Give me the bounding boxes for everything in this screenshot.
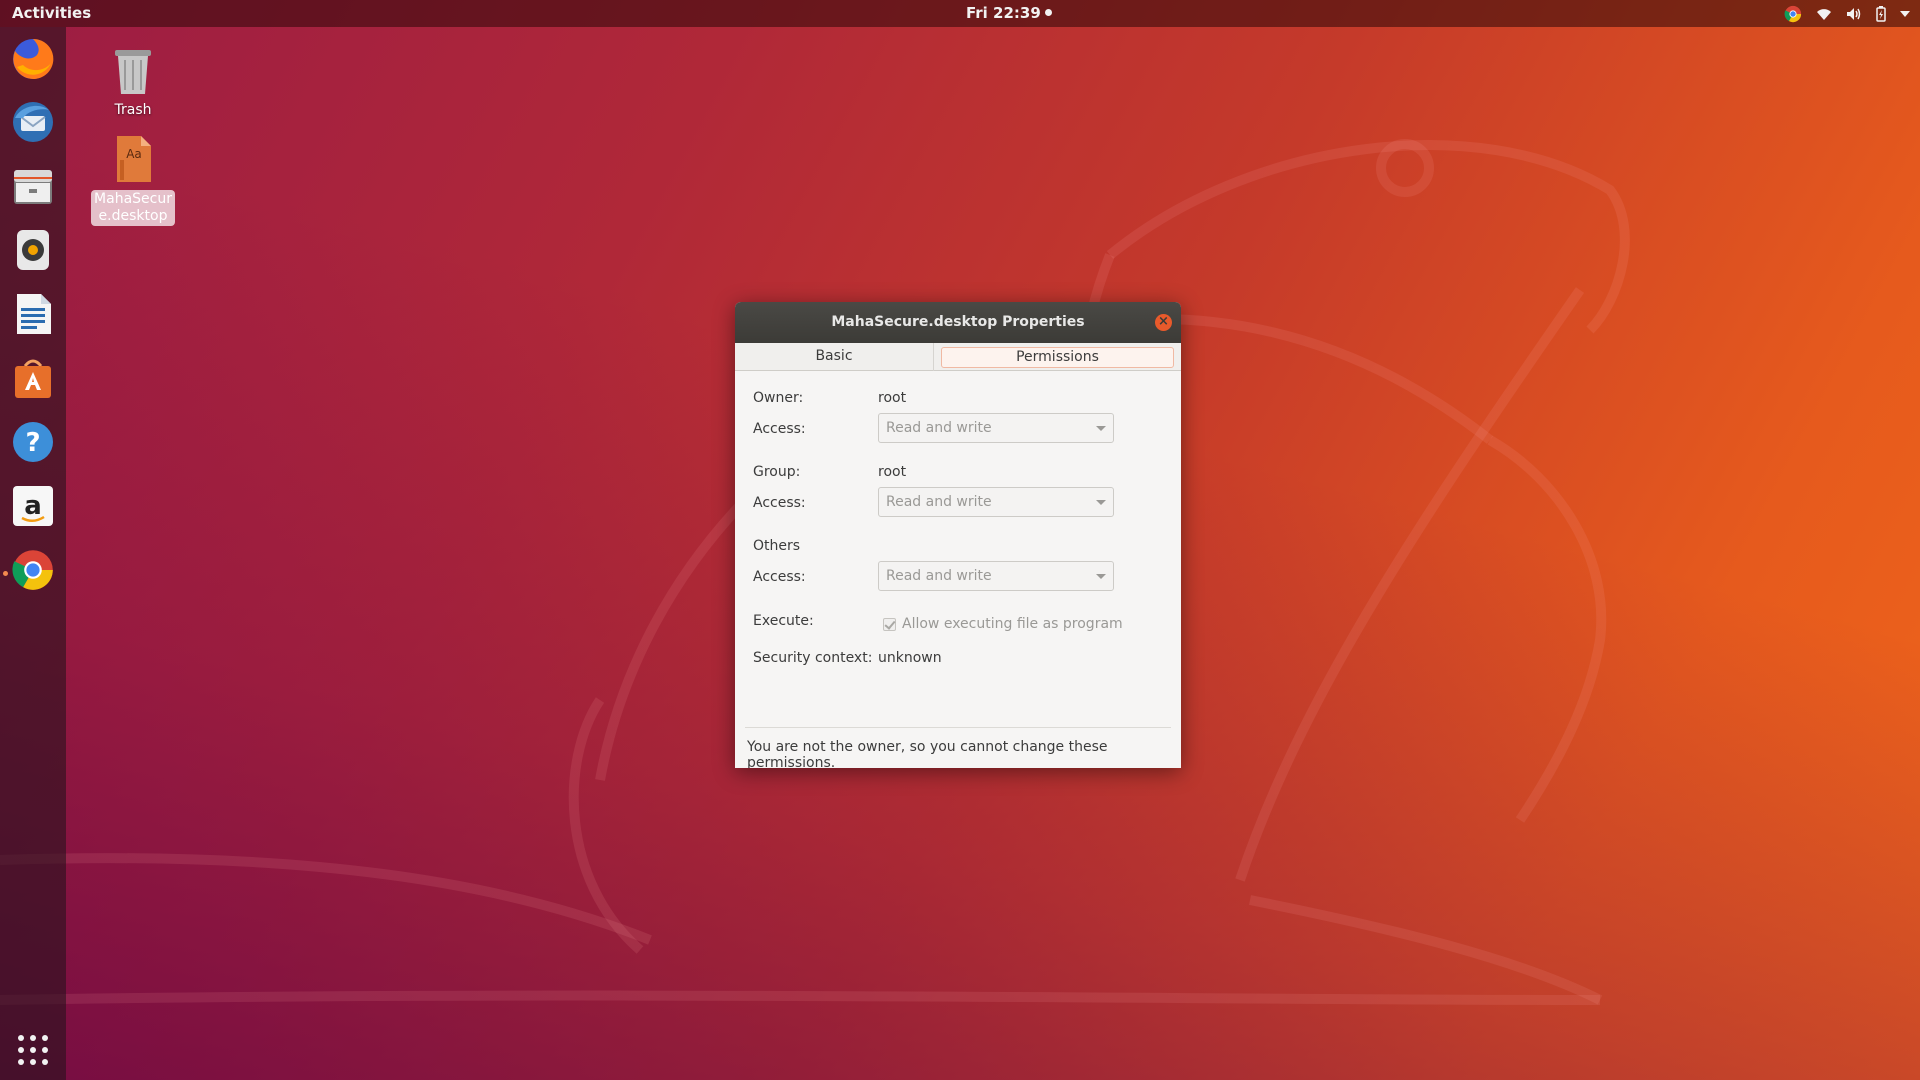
firefox-launcher[interactable]: [10, 36, 56, 82]
chrome-launcher[interactable]: [10, 547, 56, 593]
dock: ? a: [0, 27, 66, 1080]
files-launcher[interactable]: [10, 163, 56, 209]
writer-launcher[interactable]: [10, 291, 56, 337]
owner-label: Owner:: [753, 390, 804, 406]
wifi-icon[interactable]: [1816, 7, 1832, 21]
execute-checkbox-label: Allow executing file as program: [902, 616, 1123, 632]
chevron-down-icon: [1096, 426, 1106, 431]
close-button[interactable]: ×: [1155, 314, 1172, 331]
owner-value: root: [878, 390, 907, 406]
chevron-down-icon: [1096, 574, 1106, 579]
volume-icon[interactable]: [1846, 7, 1862, 21]
dialog-title: MahaSecure.desktop Properties: [831, 314, 1085, 330]
svg-text:?: ?: [25, 428, 40, 458]
group-label: Group:: [753, 464, 801, 480]
amazon-launcher[interactable]: a: [10, 483, 56, 529]
others-access-label: Access:: [753, 569, 806, 585]
tab-permissions[interactable]: Permissions: [941, 347, 1174, 368]
tab-bar: Basic Permissions: [735, 343, 1181, 371]
show-apps-button[interactable]: [10, 1027, 56, 1073]
top-bar: Activities Fri 22:39: [0, 0, 1920, 27]
battery-icon[interactable]: [1876, 5, 1886, 22]
writer-icon: [17, 294, 51, 334]
owner-access-value: Read and write: [886, 420, 992, 436]
execute-checkbox[interactable]: [883, 617, 896, 631]
system-tray[interactable]: [1784, 3, 1910, 24]
desktop-file-mahasecure[interactable]: Aa MahaSecure.desktop: [91, 134, 175, 226]
others-label: Others: [753, 538, 801, 554]
security-context-label: Security context:: [753, 650, 873, 666]
security-context-value: unknown: [878, 650, 942, 666]
permissions-panel: Owner: root Access: Read and write Group…: [735, 371, 1181, 728]
help-launcher[interactable]: ?: [10, 419, 56, 465]
software-icon: [15, 359, 51, 398]
trash-icon: [115, 50, 151, 94]
show-apps-icon: [18, 1035, 48, 1065]
desktop-trash[interactable]: Trash: [91, 44, 175, 119]
font-file-icon: Aa: [117, 136, 151, 182]
clock-text: Fri 22:39: [966, 4, 1041, 22]
clock[interactable]: Fri 22:39: [966, 4, 1052, 22]
properties-dialog: MahaSecure.desktop Properties × Basic Pe…: [735, 302, 1181, 768]
tab-basic[interactable]: Basic: [735, 343, 934, 371]
footer-divider: [745, 727, 1171, 728]
thunderbird-icon: [13, 102, 53, 142]
dialog-titlebar[interactable]: MahaSecure.desktop Properties ×: [735, 302, 1181, 343]
chevron-down-icon: [1096, 500, 1106, 505]
trash-label: Trash: [114, 102, 152, 118]
amazon-icon: a: [13, 486, 53, 526]
chrome-icon: [12, 550, 53, 590]
owner-access-combo[interactable]: Read and write: [878, 413, 1114, 443]
running-indicator: [3, 571, 8, 576]
chrome-icon[interactable]: [1784, 5, 1802, 23]
menu-arrow-icon[interactable]: [1900, 10, 1910, 18]
others-access-combo[interactable]: Read and write: [878, 561, 1114, 591]
group-access-combo[interactable]: Read and write: [878, 487, 1114, 517]
owner-access-label: Access:: [753, 421, 806, 437]
svg-text:Aa: Aa: [126, 147, 142, 161]
rhythmbox-launcher[interactable]: [10, 227, 56, 273]
others-access-value: Read and write: [886, 568, 992, 584]
notification-dot-icon: [1044, 9, 1052, 16]
file-label: MahaSecure.desktop: [91, 190, 175, 226]
group-value: root: [878, 464, 907, 480]
activities-button[interactable]: Activities: [12, 4, 91, 22]
software-launcher[interactable]: [10, 355, 56, 401]
group-access-value: Read and write: [886, 494, 992, 510]
firefox-icon: [13, 38, 54, 79]
execute-checkbox-row[interactable]: Allow executing file as program: [883, 616, 1123, 632]
files-icon: [14, 170, 52, 204]
rhythmbox-icon: [17, 230, 49, 270]
svg-text:a: a: [24, 491, 42, 521]
group-access-label: Access:: [753, 495, 806, 511]
close-icon: ×: [1158, 314, 1169, 329]
thunderbird-launcher[interactable]: [10, 99, 56, 145]
help-icon: ?: [13, 422, 53, 462]
execute-label: Execute:: [753, 613, 814, 629]
permissions-notice: You are not the owner, so you cannot cha…: [747, 739, 1108, 768]
